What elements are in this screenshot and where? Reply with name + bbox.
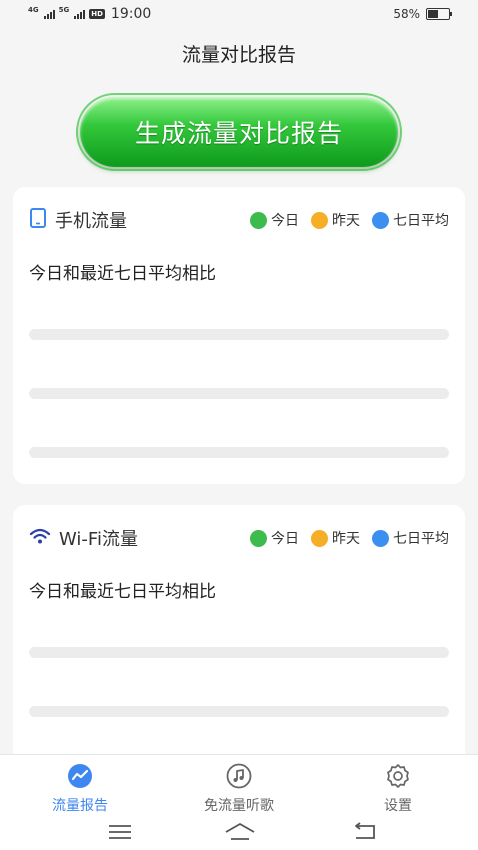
nav-label-free-music: 免流量听歌 (204, 798, 274, 814)
back-icon[interactable] (350, 820, 380, 844)
wifi-card-header: Wi-Fi流量 (29, 525, 138, 551)
wifi-legend: 今日 昨天 七日平均 (250, 528, 449, 548)
mobile-placeholder-bar (29, 329, 449, 340)
legend-yesterday: 昨天 (311, 210, 360, 230)
status-left: 4G 5G HD 19:00 (28, 6, 151, 22)
legend-today: 今日 (250, 528, 299, 548)
legend-yesterday-dot (311, 211, 328, 229)
nav-item-free-music[interactable]: 免流量听歌 (179, 763, 299, 815)
legend-yesterday: 昨天 (311, 528, 360, 548)
mobile-placeholder-bar (29, 447, 449, 458)
battery-icon (426, 8, 452, 20)
mobile-placeholder-bar (29, 388, 449, 399)
legend-yesterday-label: 昨天 (332, 531, 360, 547)
mobile-legend: 今日 昨天 七日平均 (250, 210, 449, 230)
report-icon (67, 763, 93, 789)
wifi-placeholder-bar (29, 706, 449, 717)
legend-today-label: 今日 (271, 213, 299, 229)
phone-icon (29, 208, 47, 232)
legend-yesterday-label: 昨天 (332, 213, 360, 229)
battery-fill (428, 10, 439, 18)
legend-seven-day: 七日平均 (372, 210, 449, 230)
gear-icon (385, 763, 411, 789)
legend-seven-day-dot (372, 529, 389, 547)
mobile-card-header: 手机流量 (29, 207, 127, 233)
signal-2-icon (74, 9, 86, 19)
status-time: 19:00 (110, 6, 152, 22)
mobile-data-card: 手机流量 今日 昨天 七日平均 今日和最近七日平均相比 (13, 187, 465, 484)
signal-1-icon (43, 9, 55, 19)
legend-seven-day-label: 七日平均 (393, 531, 449, 547)
wifi-card-title: Wi-Fi流量 (59, 529, 138, 550)
home-icon[interactable] (224, 820, 255, 844)
mobile-card-subtitle: 今日和最近七日平均相比 (29, 264, 216, 284)
nav-item-report[interactable]: 流量报告 (20, 763, 140, 815)
legend-yesterday-dot (311, 529, 328, 547)
status-bar: 4G 5G HD 19:00 58% (0, 0, 478, 30)
signal-2-label: 5G (58, 6, 70, 14)
legend-seven-day-label: 七日平均 (393, 213, 449, 229)
legend-today-label: 今日 (271, 531, 299, 547)
wifi-icon (29, 527, 51, 549)
wifi-data-card: Wi-Fi流量 今日 昨天 七日平均 今日和最近七日平均相比 (13, 505, 465, 765)
page-title: 流量对比报告 (181, 44, 296, 66)
nav-label-settings: 设置 (384, 798, 412, 814)
nav-item-settings[interactable]: 设置 (338, 763, 458, 815)
signal-1-label: 4G (28, 6, 39, 14)
generate-report-button[interactable]: 生成流量对比报告 (76, 93, 402, 171)
system-nav-bar (0, 814, 478, 850)
music-icon (226, 763, 252, 789)
status-right: 58% (393, 7, 452, 21)
battery-text: 58% (393, 7, 420, 21)
legend-seven-day-dot (372, 211, 389, 229)
wifi-placeholder-bar (29, 647, 449, 658)
wifi-card-subtitle: 今日和最近七日平均相比 (29, 582, 216, 602)
legend-today: 今日 (250, 210, 299, 230)
nav-label-report: 流量报告 (52, 798, 108, 814)
legend-today-dot (250, 211, 267, 229)
legend-today-dot (250, 529, 267, 547)
hd-icon: HD (89, 9, 105, 19)
legend-seven-day: 七日平均 (372, 528, 449, 548)
bottom-nav: 流量报告 免流量听歌 设置 (0, 754, 478, 815)
mobile-card-title: 手机流量 (55, 211, 127, 232)
menu-icon[interactable] (105, 820, 135, 844)
